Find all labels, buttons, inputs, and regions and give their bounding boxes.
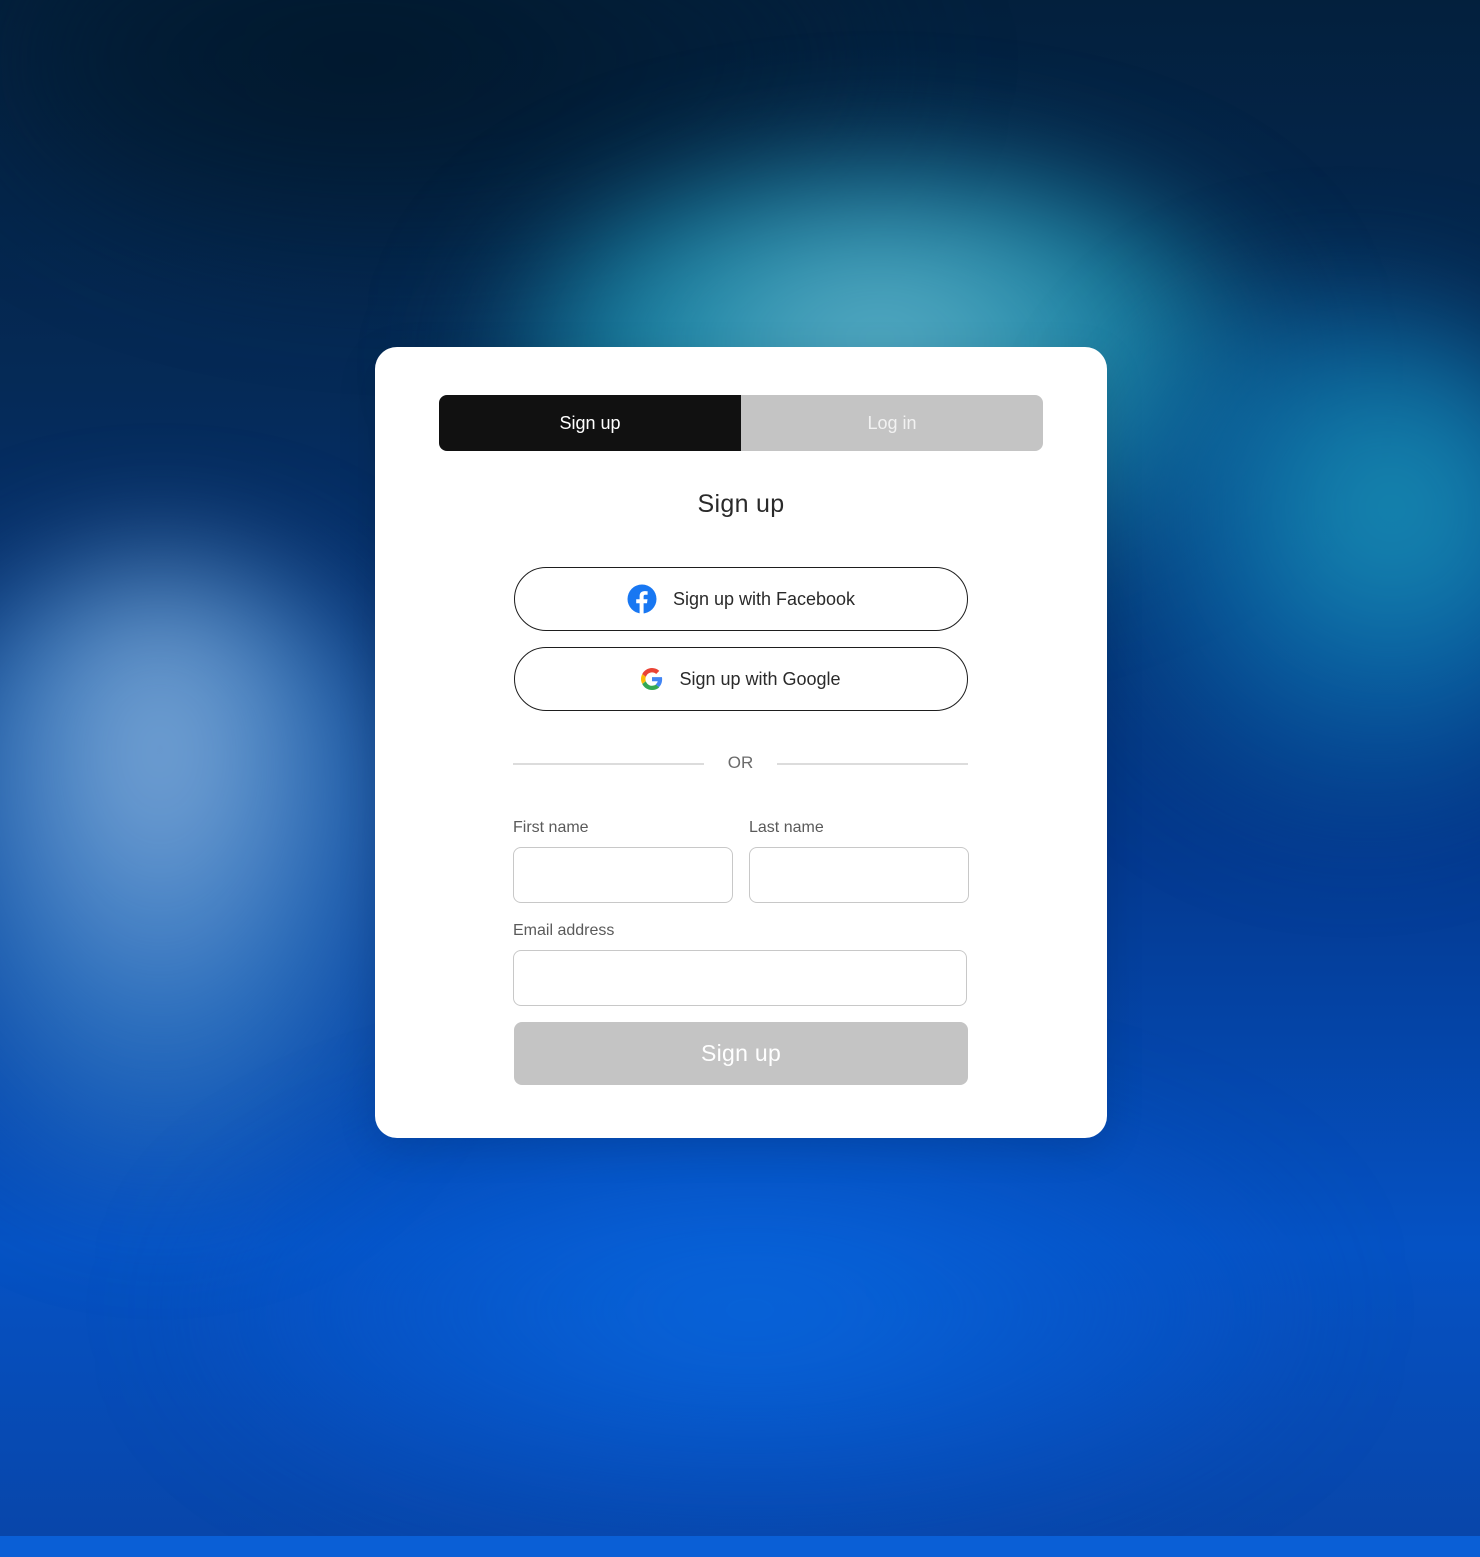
background-shape (0, 560, 440, 1200)
google-icon (641, 668, 663, 690)
background-shape (200, 1100, 1300, 1520)
or-divider: OR (513, 751, 968, 775)
facebook-signup-label: Sign up with Facebook (672, 588, 856, 609)
email-field[interactable] (513, 950, 967, 1006)
divider-line (777, 763, 968, 765)
google-signup-label: Sign up with Google (679, 668, 841, 689)
facebook-signup-button[interactable]: Sign up with Facebook (514, 567, 968, 631)
first-name-label: First name (513, 819, 589, 836)
email-label: Email address (513, 922, 615, 939)
auth-tabs: Sign up Log in (439, 395, 1043, 451)
page-title: Sign up (697, 490, 785, 518)
facebook-icon (627, 584, 657, 614)
first-name-field[interactable] (513, 847, 733, 903)
tab-sign-up[interactable]: Sign up (439, 395, 741, 451)
tab-log-in[interactable]: Log in (741, 395, 1043, 451)
signup-card: Sign up Log in Sign up Sign up with Face… (375, 347, 1107, 1138)
sign-up-submit-button[interactable]: Sign up (514, 1022, 968, 1085)
google-signup-button[interactable]: Sign up with Google (514, 647, 968, 711)
last-name-field[interactable] (749, 847, 969, 903)
last-name-label: Last name (749, 819, 824, 836)
bottom-strip (0, 1536, 1480, 1557)
